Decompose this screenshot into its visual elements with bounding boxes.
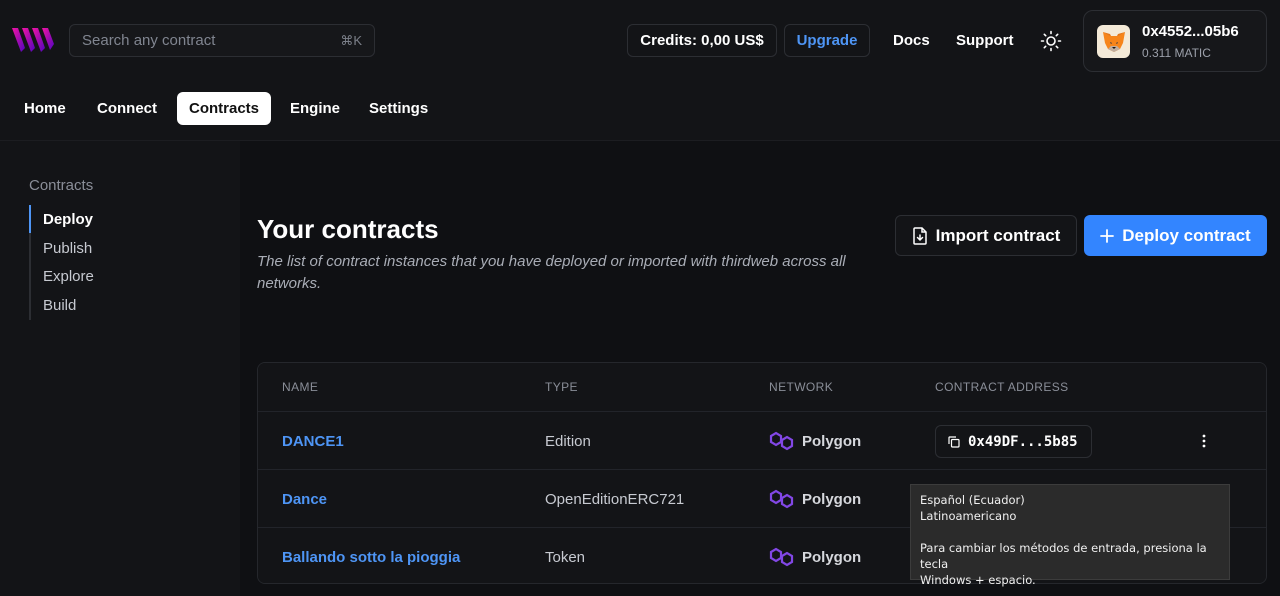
contract-address: 0x49DF...5b85 [968,433,1078,450]
keyboard-shortcut: ⌘K [340,32,362,48]
input-method-tooltip: Español (Ecuador) Latinoamericano Para c… [910,484,1230,587]
tooltip-layout: Latinoamericano [920,509,1017,523]
nav-settings[interactable]: Settings [357,92,440,125]
plus-icon [1100,228,1115,243]
more-options-icon[interactable] [1196,432,1212,450]
tooltip-language: Español (Ecuador) [920,493,1025,507]
sidebar-item-deploy[interactable]: Deploy [43,211,93,228]
thirdweb-logo[interactable] [12,26,54,54]
network-label: Polygon [802,548,862,566]
column-header-address: CONTRACT ADDRESS [935,380,1069,394]
metamask-icon [1097,25,1130,58]
top-bar: Search any contract ⌘K Credits: 0,00 US$… [0,0,1280,80]
contract-network: Polygon [769,470,861,528]
contract-type: Token [545,548,586,566]
copy-icon [948,435,960,448]
sidebar-active-indicator [29,205,31,233]
sidebar-item-explore[interactable]: Explore [43,268,94,285]
polygon-icon [769,547,794,567]
wallet-balance: 0.311 MATIC [1142,46,1211,60]
import-contract-button[interactable]: Import contract [895,215,1077,256]
deploy-contract-label: Deploy contract [1122,225,1251,245]
import-contract-label: Import contract [935,225,1061,245]
search-placeholder: Search any contract [82,32,216,49]
table-header: NAME TYPE NETWORK CONTRACT ADDRESS [258,363,1266,411]
upgrade-button[interactable]: Upgrade [784,24,870,57]
docs-link[interactable]: Docs [893,24,930,57]
page-title: Your contracts [257,214,439,244]
wallet-button[interactable]: 0x4552...05b6 0.311 MATIC [1083,10,1267,72]
nav-engine[interactable]: Engine [278,92,352,125]
support-link[interactable]: Support [956,24,1014,57]
column-header-name: NAME [282,380,319,394]
contract-name-link[interactable]: DANCE1 [282,412,344,470]
contract-network: Polygon [769,528,862,583]
sidebar-title: Contracts [29,177,94,194]
contract-network: Polygon [769,412,861,470]
nav-home[interactable]: Home [12,92,78,125]
nav-connect[interactable]: Connect [85,92,169,125]
nav-contracts[interactable]: Contracts [177,92,272,125]
wallet-address: 0x4552...05b6 [1142,23,1239,40]
tooltip-hint: Para cambiar los métodos de entrada, pre… [920,541,1207,571]
column-header-network: NETWORK [769,380,834,394]
network-label: Polygon [802,432,862,450]
page-description: The list of contract instances that you … [257,253,846,292]
contract-type: OpenEditionERC721 [545,490,685,508]
deploy-contract-button[interactable]: Deploy contract [1084,215,1267,256]
sidebar-rail [29,205,31,320]
search-input[interactable]: Search any contract ⌘K [69,24,375,57]
table-row[interactable]: DANCE1 Edition Polygon 0x49DF...5b85 [258,411,1266,469]
tooltip-hint-keys: Windows + espacio. [920,573,1036,587]
polygon-icon [769,489,794,509]
sidebar: Contracts Deploy Publish Explore Build [0,141,240,596]
contract-name-link[interactable]: Ballando sotto la pioggia [282,528,460,583]
contract-name-link[interactable]: Dance [282,470,327,528]
polygon-icon [769,431,794,451]
sidebar-item-build[interactable]: Build [43,297,76,314]
credits-button[interactable]: Credits: 0,00 US$ [627,24,777,57]
file-import-icon [912,226,927,245]
contract-type: Edition [545,432,591,450]
sun-icon[interactable] [1040,30,1062,52]
sidebar-item-publish[interactable]: Publish [43,240,92,257]
column-header-type: TYPE [545,380,578,394]
network-label: Polygon [802,490,862,508]
copy-address-button[interactable]: 0x49DF...5b85 [935,425,1092,458]
